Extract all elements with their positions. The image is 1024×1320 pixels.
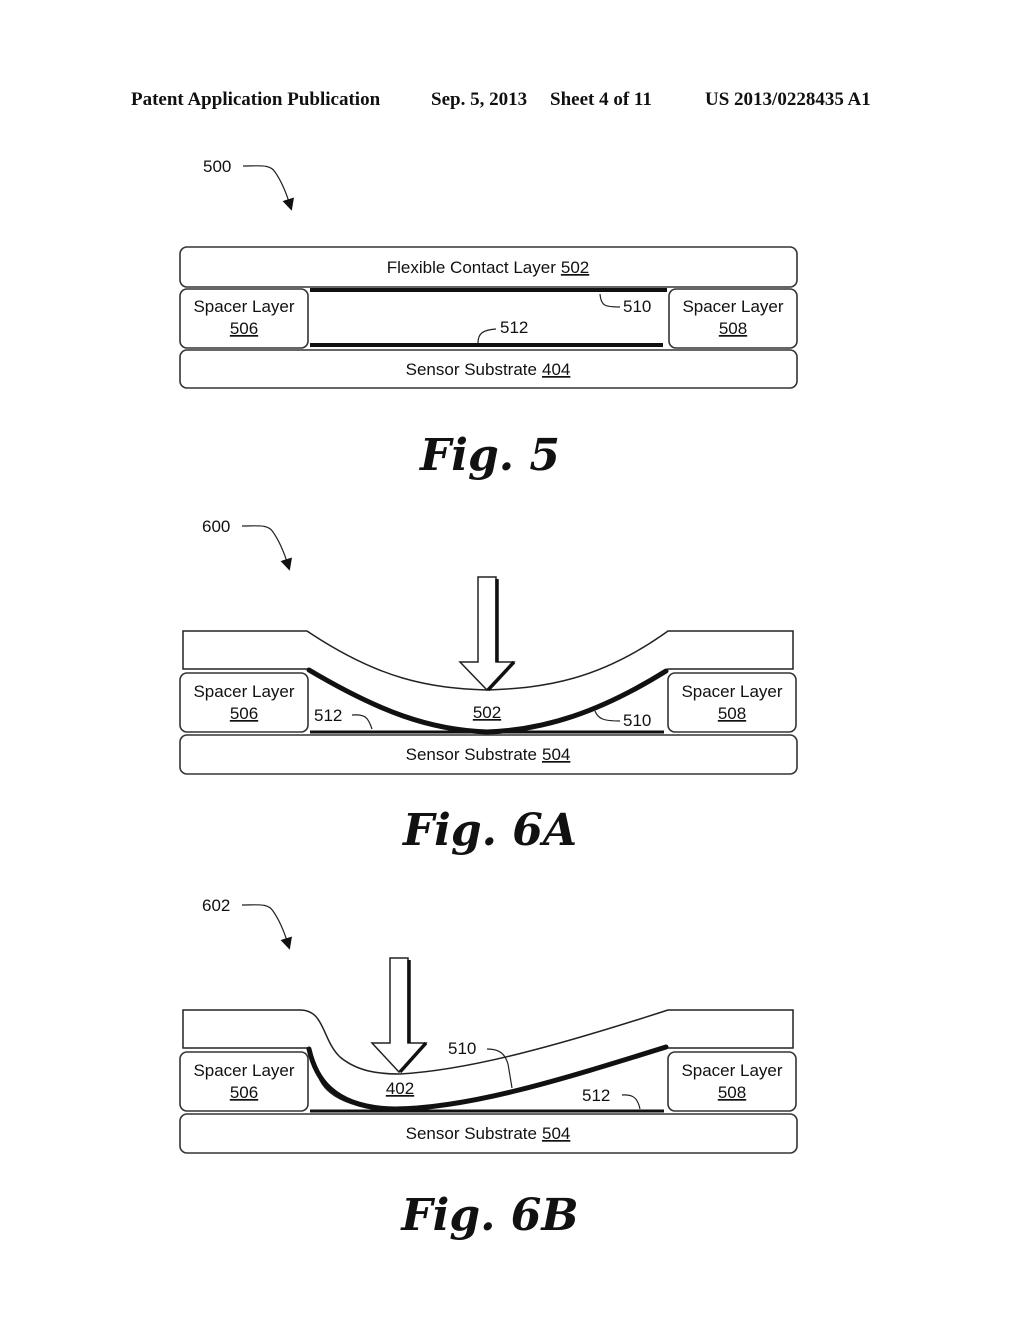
spacer-layer-left-label: Spacer Layer	[193, 297, 294, 316]
flexible-contact-layer-label: Flexible Contact Layer	[387, 258, 556, 277]
contact-layer-number: 402	[386, 1079, 414, 1098]
leader-510	[594, 710, 621, 722]
spacer-layer-left-label: Spacer Layer	[193, 682, 294, 701]
sensor-substrate-number: 404	[542, 360, 570, 379]
sensor-substrate-label: Sensor Substrate	[406, 360, 537, 379]
spacer-layer-right-number: 508	[718, 1083, 746, 1102]
spacer-layer-right-label: Spacer Layer	[681, 682, 782, 701]
force-arrow-icon	[370, 957, 428, 1074]
reference-arrow	[241, 525, 292, 571]
reference-arrow	[241, 904, 292, 950]
sensor-substrate-number: 504	[542, 745, 570, 764]
sensor-substrate-label: Sensor Substrate	[406, 1124, 537, 1143]
patent-drawing-sheet: 500 Flexible Contact Layer 502 Spacer La…	[179, 157, 798, 1241]
spacer-layer-right-number: 508	[719, 319, 747, 338]
figure-caption: Fig. 5	[418, 430, 560, 481]
figure-5: 500 Flexible Contact Layer 502 Spacer La…	[179, 157, 798, 481]
spacer-layer-left-number: 506	[230, 319, 258, 338]
spacer-layer-right-number: 508	[718, 704, 746, 723]
leader-512	[477, 328, 497, 344]
leader-512	[351, 714, 373, 730]
leader-512	[621, 1094, 641, 1110]
spacer-layer-right-label: Spacer Layer	[682, 297, 783, 316]
leader-510	[599, 293, 621, 308]
sensor-substrate-label: Sensor Substrate	[406, 745, 537, 764]
spacer-layer-right-label: Spacer Layer	[681, 1061, 782, 1080]
spacer-layer-left-number: 506	[230, 1083, 258, 1102]
callout-510: 510	[623, 711, 651, 730]
figure-6b: 602 Spacer Layer 506 Spacer Layer 508 40…	[179, 896, 798, 1241]
callout-510: 510	[448, 1039, 476, 1058]
figure-6a: 600 Spacer Layer 506 Spacer Layer 508 50…	[179, 517, 798, 856]
contact-layer-number: 502	[473, 703, 501, 722]
reference-arrow	[242, 165, 294, 211]
reference-number-602: 602	[202, 896, 230, 915]
flexible-contact-layer-number: 502	[561, 258, 589, 277]
callout-512: 512	[582, 1086, 610, 1105]
figure-caption: Fig. 6A	[401, 805, 577, 856]
figure-caption: Fig. 6B	[399, 1190, 578, 1241]
callout-512: 512	[500, 318, 528, 337]
sensor-substrate-number: 504	[542, 1124, 570, 1143]
spacer-layer-left-number: 506	[230, 704, 258, 723]
callout-512: 512	[314, 706, 342, 725]
reference-number-600: 600	[202, 517, 230, 536]
spacer-layer-left-label: Spacer Layer	[193, 1061, 294, 1080]
reference-number-500: 500	[203, 157, 231, 176]
callout-510: 510	[623, 297, 651, 316]
